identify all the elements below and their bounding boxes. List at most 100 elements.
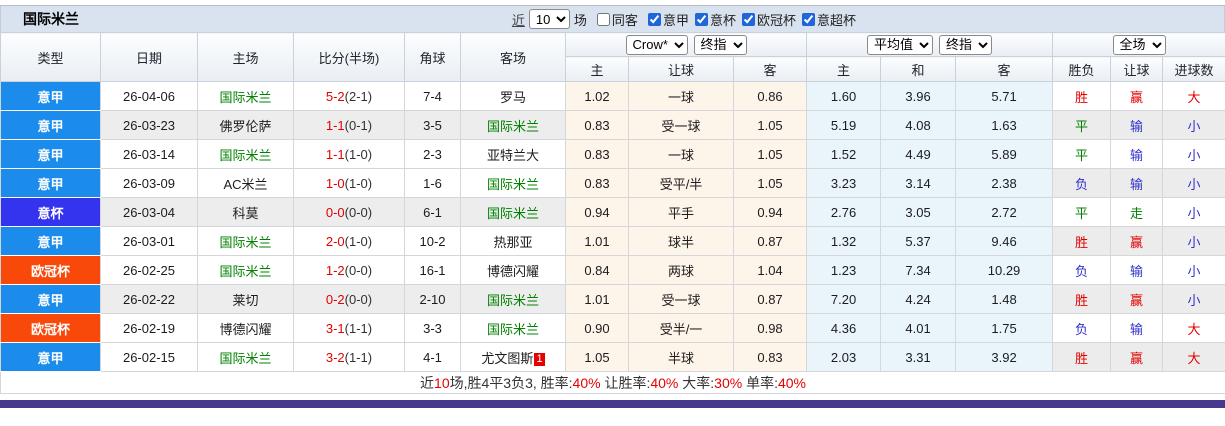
away-team-link[interactable]: 国际米兰: [460, 313, 566, 343]
home-team-link[interactable]: 国际米兰: [197, 139, 294, 169]
away-team-link[interactable]: 罗马: [460, 81, 566, 111]
handicap-odds-away: 1.04: [732, 255, 808, 285]
match-row: 意甲 26-03-09 AC米兰 1-0(1-0) 1-6 国际米兰 0.83 受平/半 1.0…: [0, 168, 1225, 198]
league-checkbox-2[interactable]: [741, 12, 755, 26]
score-cell: 0-2(0-0): [293, 284, 405, 314]
europe-stage-select[interactable]: 终指: [939, 34, 993, 55]
half-time-score: (1-1): [344, 320, 373, 336]
handicap-odds-away: 0.86: [732, 81, 808, 111]
europe-odds-away: 5.89: [955, 139, 1054, 169]
full-time-score: 3-2: [325, 349, 345, 365]
summary-text: 让胜率:: [600, 374, 651, 391]
handicap-odds-away: 1.05: [732, 168, 808, 198]
full-time-score: 1-0: [325, 175, 345, 191]
europe-odds-home: 1.52: [806, 139, 882, 169]
handicap-odds-home: 0.83: [565, 139, 629, 169]
europe-odds-draw: 4.49: [880, 139, 957, 169]
league-filter-2[interactable]: 欧冠杯: [736, 10, 796, 29]
handicap-odds-away: 1.05: [732, 139, 808, 169]
europe-odds-group-header: 平均值 终指: [806, 32, 1054, 57]
average-select[interactable]: 平均值: [867, 34, 934, 55]
handicap-line: 一球: [628, 81, 734, 111]
page-title: 国际米兰: [23, 11, 79, 27]
subcol-result-wdl: 胜负: [1052, 56, 1112, 82]
away-team-link[interactable]: 尤文图斯 1: [460, 342, 566, 372]
away-team-link[interactable]: 国际米兰: [460, 197, 566, 227]
league-checkbox-3[interactable]: [801, 12, 815, 26]
league-filter-0[interactable]: 意甲: [642, 10, 689, 29]
europe-odds-away: 1.63: [955, 110, 1054, 140]
handicap-odds-home: 1.02: [565, 81, 629, 111]
home-team-link[interactable]: 国际米兰: [197, 226, 294, 256]
full-time-score: 1-2: [325, 262, 345, 278]
away-team-link[interactable]: 亚特兰大: [460, 139, 566, 169]
home-team-link[interactable]: 博德闪耀: [197, 313, 294, 343]
same-venue-filter[interactable]: 同客: [591, 10, 638, 29]
league-checkbox-0[interactable]: [647, 12, 661, 26]
subcol-europe-draw: 和: [880, 56, 957, 82]
europe-odds-draw: 3.96: [880, 81, 957, 111]
home-team-link[interactable]: 佛罗伦萨: [197, 110, 294, 140]
score-cell: 1-1(1-0): [293, 139, 405, 169]
handicap-odds-home: 1.05: [565, 342, 629, 372]
full-time-score: 0-2: [325, 291, 345, 307]
europe-odds-away: 9.46: [955, 226, 1054, 256]
home-team-link[interactable]: AC米兰: [197, 168, 294, 198]
match-date: 26-03-23: [100, 110, 198, 140]
away-team-link[interactable]: 博德闪耀: [460, 255, 566, 285]
handicap-odds-home: 1.01: [565, 284, 629, 314]
home-team-link[interactable]: 国际米兰: [197, 255, 294, 285]
europe-odds-draw: 4.08: [880, 110, 957, 140]
league-filter-3[interactable]: 意超杯: [796, 10, 856, 29]
league-badge: 意甲: [0, 81, 101, 111]
europe-odds-home: 5.19: [806, 110, 882, 140]
home-team-link[interactable]: 国际米兰: [197, 342, 294, 372]
europe-odds-home: 1.23: [806, 255, 882, 285]
league-checkbox-1[interactable]: [694, 12, 708, 26]
europe-odds-away: 5.71: [955, 81, 1054, 111]
result-handicap: 走: [1110, 197, 1164, 227]
half-time-score: (0-0): [344, 291, 373, 307]
league-badge: 欧冠杯: [0, 313, 101, 343]
subcol-odds-handicap: 让球: [628, 56, 734, 82]
handicap-odds-home: 0.83: [565, 168, 629, 198]
home-team-link[interactable]: 科莫: [197, 197, 294, 227]
away-team-link[interactable]: 国际米兰: [460, 110, 566, 140]
away-team-link[interactable]: 热那亚: [460, 226, 566, 256]
same-venue-checkbox[interactable]: [596, 12, 610, 26]
handicap-odds-home: 0.83: [565, 110, 629, 140]
home-team-link[interactable]: 莱切: [197, 284, 294, 314]
recent-count-select[interactable]: 10: [528, 9, 570, 29]
same-venue-label: 同客: [611, 12, 638, 28]
handicap-odds-home: 1.01: [565, 226, 629, 256]
league-badge: 意甲: [0, 284, 101, 314]
europe-odds-draw: 3.05: [880, 197, 957, 227]
half-time-score: (1-0): [344, 146, 373, 162]
match-date: 26-02-15: [100, 342, 198, 372]
corner-count: 10-2: [404, 226, 461, 256]
handicap-line: 球半: [628, 226, 734, 256]
away-team-link[interactable]: 国际米兰: [460, 168, 566, 198]
result-handicap: 赢: [1110, 81, 1164, 111]
league-filter-1[interactable]: 意杯: [689, 10, 736, 29]
away-team-name: 国际米兰: [486, 205, 539, 221]
corner-count: 1-6: [404, 168, 461, 198]
title-bar: 国际米兰 近 10 场 同客 意甲 意杯 欧冠杯 意超杯: [0, 6, 1225, 32]
corner-count: 3-3: [404, 313, 461, 343]
handicap-odds-away: 0.87: [732, 226, 808, 256]
summary-value: 40%: [650, 374, 679, 391]
recent-link[interactable]: 近: [512, 10, 525, 29]
handicap-line: 平手: [628, 197, 734, 227]
match-date: 26-03-04: [100, 197, 198, 227]
league-checkbox-label: 意超杯: [816, 12, 856, 28]
odds-stage-select[interactable]: 终指: [693, 34, 747, 55]
result-handicap: 输: [1110, 313, 1164, 343]
home-team-link[interactable]: 国际米兰: [197, 81, 294, 111]
match-row: 欧冠杯 26-02-25 国际米兰 1-2(0-0) 16-1 博德闪耀 0.84 两球 1.0…: [0, 255, 1225, 285]
scope-select[interactable]: 全场: [1112, 34, 1166, 55]
bookmaker-select[interactable]: Crow*: [625, 34, 688, 55]
match-history-panel: 国际米兰 近 10 场 同客 意甲 意杯 欧冠杯 意超杯 类型 日期 主场 比分…: [0, 0, 1225, 408]
match-date: 26-03-09: [100, 168, 198, 198]
away-team-link[interactable]: 国际米兰: [460, 284, 566, 314]
europe-odds-home: 1.60: [806, 81, 882, 111]
